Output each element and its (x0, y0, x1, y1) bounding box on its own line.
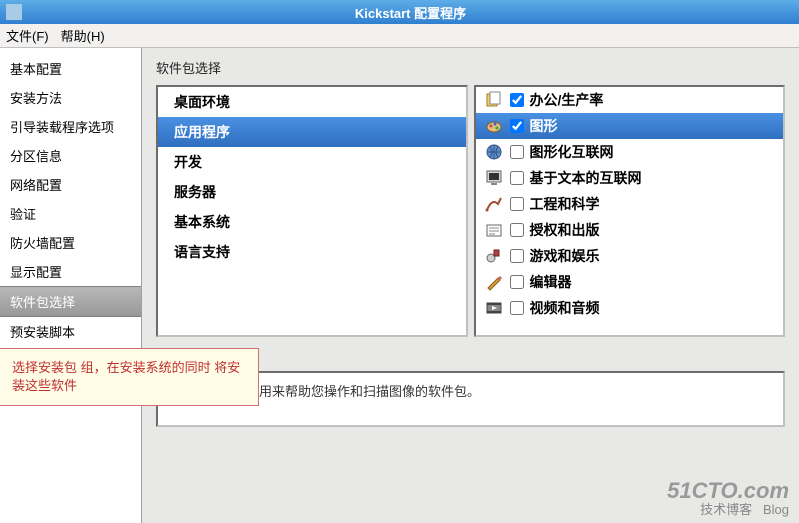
sidebar-item-9[interactable]: 预安装脚本 (0, 317, 141, 346)
eng-icon (484, 194, 504, 214)
category-item-0[interactable]: 桌面环境 (158, 87, 466, 117)
package-row-7[interactable]: 编辑器 (476, 269, 784, 295)
package-checkbox-6[interactable] (510, 249, 524, 263)
package-checkbox-5[interactable] (510, 223, 524, 237)
video-icon (484, 298, 504, 318)
menu-file[interactable]: 文件(F) (6, 26, 49, 45)
package-label-6: 游戏和娱乐 (530, 246, 600, 266)
watermark: 51CTO.com 技术博客 Blog (667, 479, 789, 517)
graphics-icon (484, 116, 504, 136)
package-row-2[interactable]: 图形化互联网 (476, 139, 784, 165)
publish-icon (484, 220, 504, 240)
package-row-6[interactable]: 游戏和娱乐 (476, 243, 784, 269)
package-checkbox-4[interactable] (510, 197, 524, 211)
page-title: 软件包选择 (156, 58, 785, 77)
sidebar-item-6[interactable]: 防火墙配置 (0, 228, 141, 257)
package-list[interactable]: 办公/生产率图形图形化互联网基于文本的互联网工程和科学授权和出版游戏和娱乐编辑器… (474, 85, 786, 337)
sidebar-item-5[interactable]: 验证 (0, 199, 141, 228)
package-label-7: 编辑器 (530, 272, 572, 292)
package-label-2: 图形化互联网 (530, 142, 614, 162)
menu-help[interactable]: 帮助(H) (61, 26, 105, 45)
category-item-5[interactable]: 语言支持 (158, 237, 466, 267)
package-label-8: 视频和音频 (530, 298, 600, 318)
sidebar-item-4[interactable]: 网络配置 (0, 170, 141, 199)
package-row-1[interactable]: 图形 (476, 113, 784, 139)
content: 基本配置安装方法引导装载程序选项分区信息网络配置验证防火墙配置显示配置软件包选择… (0, 48, 799, 523)
office-icon (484, 90, 504, 110)
sidebar-item-7[interactable]: 显示配置 (0, 257, 141, 286)
sidebar: 基本配置安装方法引导装载程序选项分区信息网络配置验证防火墙配置显示配置软件包选择… (0, 48, 142, 523)
category-item-3[interactable]: 服务器 (158, 177, 466, 207)
package-checkbox-2[interactable] (510, 145, 524, 159)
package-row-4[interactable]: 工程和科学 (476, 191, 784, 217)
sidebar-item-0[interactable]: 基本配置 (0, 54, 141, 83)
category-item-2[interactable]: 开发 (158, 147, 466, 177)
games-icon (484, 246, 504, 266)
package-label-5: 授权和出版 (530, 220, 600, 240)
sidebar-item-1[interactable]: 安装方法 (0, 83, 141, 112)
main-panel: 软件包选择 桌面环境应用程序开发服务器基本系统语言支持 办公/生产率图形图形化互… (142, 48, 799, 523)
package-checkbox-7[interactable] (510, 275, 524, 289)
annotation-tip: 选择安装包 组，在安装系统的同时 将安装这些软件 (0, 348, 259, 406)
menubar: 文件(F) 帮助(H) (0, 24, 799, 48)
text-net-icon (484, 168, 504, 188)
package-label-3: 基于文本的互联网 (530, 168, 642, 188)
sidebar-item-8[interactable]: 软件包选择 (0, 286, 141, 317)
package-row-3[interactable]: 基于文本的互联网 (476, 165, 784, 191)
editor-icon (484, 272, 504, 292)
package-label-0: 办公/生产率 (530, 90, 604, 110)
package-checkbox-8[interactable] (510, 301, 524, 315)
package-row-8[interactable]: 视频和音频 (476, 295, 784, 321)
sidebar-item-3[interactable]: 分区信息 (0, 141, 141, 170)
watermark-site: 51CTO.com (667, 479, 789, 503)
package-row-0[interactable]: 办公/生产率 (476, 87, 784, 113)
package-checkbox-0[interactable] (510, 93, 524, 107)
globe-icon (484, 142, 504, 162)
package-checkbox-3[interactable] (510, 171, 524, 185)
package-checkbox-1[interactable] (510, 119, 524, 133)
category-item-1[interactable]: 应用程序 (158, 117, 466, 147)
category-list[interactable]: 桌面环境应用程序开发服务器基本系统语言支持 (156, 85, 468, 337)
sidebar-item-2[interactable]: 引导装载程序选项 (0, 112, 141, 141)
package-row-5[interactable]: 授权和出版 (476, 217, 784, 243)
package-label-4: 工程和科学 (530, 194, 600, 214)
category-item-4[interactable]: 基本系统 (158, 207, 466, 237)
window-title: Kickstart 配置程序 (28, 3, 793, 22)
window-titlebar: Kickstart 配置程序 (0, 0, 799, 24)
package-label-1: 图形 (530, 116, 558, 136)
app-icon (6, 4, 22, 20)
